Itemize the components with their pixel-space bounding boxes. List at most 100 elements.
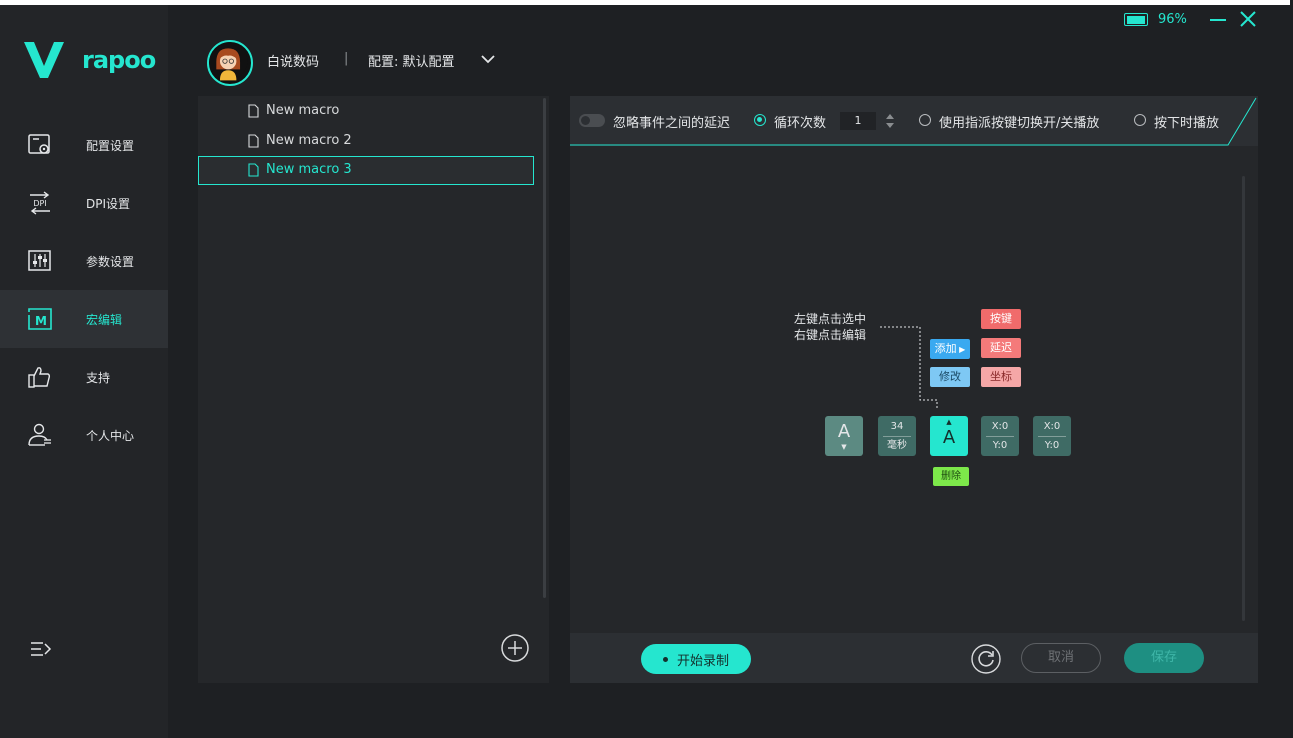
menu-collapse-icon[interactable] xyxy=(28,637,54,663)
brand-name: rapoo xyxy=(82,46,156,74)
app-window: rapoo 配置设置 DPI DPI设置 参数设置 M 宏编辑 支持 个人中心 … xyxy=(0,0,1293,738)
macro-list-item[interactable]: New macro xyxy=(198,97,534,126)
key-up-tile[interactable]: ▲ A xyxy=(930,416,968,456)
sidebar-item-parameters[interactable]: 参数设置 xyxy=(0,232,168,290)
add-delay-label: 延迟 xyxy=(990,341,1012,354)
sidebar-item-label: 宏编辑 xyxy=(86,312,123,327)
add-coordinate-button[interactable]: 坐标 xyxy=(981,367,1021,387)
reset-icon[interactable] xyxy=(970,643,1002,675)
down-arrow-icon: ▼ xyxy=(841,443,847,451)
loop-radio[interactable] xyxy=(754,114,766,126)
macro-editor-panel: 忽略事件之间的延迟 循环次数 1 使用指派按键切换开/关播放 按下时播放 左键点… xyxy=(570,96,1258,683)
v-logo-icon xyxy=(24,42,64,78)
toggle-assign-label: 使用指派按键切换开/关播放 xyxy=(939,116,1100,131)
help-hint: 左键点击选中 右键点击编辑 xyxy=(794,311,866,343)
close-icon[interactable] xyxy=(1238,9,1258,29)
delete-action-button[interactable]: 删除 xyxy=(933,467,969,486)
start-recording-label: 开始录制 xyxy=(676,653,729,669)
hold-play-radio[interactable] xyxy=(1134,114,1146,126)
tile-divider xyxy=(1038,436,1066,437)
add-coordinate-label: 坐标 xyxy=(990,370,1012,383)
coordinate-x: X:0 xyxy=(991,421,1009,432)
add-key-button[interactable]: 按键 xyxy=(981,309,1021,329)
top-bar: 白说数码 | 配置: 默认配置 96% xyxy=(168,5,1290,93)
coordinate-tile[interactable]: X:0 Y:0 xyxy=(1033,416,1071,456)
hold-play-label: 按下时播放 xyxy=(1154,116,1220,131)
macro-name: New macro 3 xyxy=(266,162,352,177)
file-icon xyxy=(248,134,259,148)
minimize-icon[interactable] xyxy=(1208,9,1228,29)
coordinate-y: Y:0 xyxy=(992,440,1008,451)
avatar-icon xyxy=(209,42,248,81)
editor-action-bar: 开始录制 取消 保存 xyxy=(570,633,1258,683)
loop-count-stepper[interactable] xyxy=(885,111,895,131)
profile-selector-label[interactable]: 配置: 默认配置 xyxy=(368,51,455,70)
loop-count-input[interactable]: 1 xyxy=(840,112,876,130)
header-separator: | xyxy=(344,51,349,66)
toggle-assign-radio[interactable] xyxy=(919,114,931,126)
add-action-label: 添加 xyxy=(934,342,957,355)
coordinate-x: X:0 xyxy=(1043,421,1061,432)
sidebar-item-label: 个人中心 xyxy=(86,428,135,443)
sidebar-item-label: 配置设置 xyxy=(86,138,135,153)
up-arrow-icon: ▲ xyxy=(946,418,952,426)
tile-divider xyxy=(883,436,911,437)
modify-action-label: 修改 xyxy=(939,370,961,383)
editor-scrollbar[interactable] xyxy=(1242,176,1245,621)
add-action-button[interactable]: 添加 ▶ xyxy=(930,339,970,359)
start-recording-button[interactable]: 开始录制 xyxy=(641,644,751,674)
modify-action-button[interactable]: 修改 xyxy=(930,367,970,387)
delete-action-label: 删除 xyxy=(941,471,961,482)
hint-line-right-click: 右键点击编辑 xyxy=(794,328,867,342)
coordinate-y: Y:0 xyxy=(1044,440,1060,451)
user-icon xyxy=(28,423,51,446)
user-name: 白说数码 xyxy=(267,55,320,70)
battery-level-fill xyxy=(1126,15,1145,24)
brand-logo: rapoo xyxy=(22,40,156,80)
key-up-letter: A xyxy=(942,427,956,448)
battery-percentage: 96% xyxy=(1158,12,1187,27)
delay-tile[interactable]: 34 毫秒 xyxy=(878,416,916,456)
battery-icon xyxy=(1124,13,1148,26)
ignore-delay-label: 忽略事件之间的延迟 xyxy=(613,116,731,131)
sidebar-item-label: 参数设置 xyxy=(86,254,135,269)
sidebar-item-dpi[interactable]: DPI DPI设置 xyxy=(0,174,168,232)
coordinate-tile[interactable]: X:0 Y:0 xyxy=(981,416,1019,456)
save-button[interactable]: 保存 xyxy=(1124,643,1204,673)
loop-label: 循环次数 xyxy=(774,116,827,131)
profile-settings-icon xyxy=(28,134,50,154)
record-dot-icon xyxy=(662,656,668,662)
hint-line-left-click: 左键点击选中 xyxy=(794,312,867,326)
ignore-delay-toggle[interactable] xyxy=(579,114,605,127)
sidebar-item-profile-settings[interactable]: 配置设置 xyxy=(0,116,168,174)
svg-text:DPI: DPI xyxy=(33,199,46,208)
delay-value: 34 xyxy=(890,421,904,432)
svg-text:M: M xyxy=(35,314,47,328)
cancel-button[interactable]: 取消 xyxy=(1021,643,1101,673)
sidebar-nav: 配置设置 DPI DPI设置 参数设置 M 宏编辑 支持 个人中心 xyxy=(0,116,168,464)
add-key-label: 按键 xyxy=(990,312,1012,325)
avatar[interactable] xyxy=(207,40,253,86)
add-delay-button[interactable]: 延迟 xyxy=(981,338,1021,358)
add-macro-icon[interactable] xyxy=(500,633,530,663)
macro-list-panel: New macro New macro 2 New macro 3 xyxy=(198,96,549,683)
macro-name: New macro 2 xyxy=(266,133,352,148)
sidebar-item-macro-editor[interactable]: M 宏编辑 xyxy=(0,290,168,348)
key-down-letter: A xyxy=(837,421,851,442)
sidebar-item-label: 支持 xyxy=(86,370,111,385)
sidebar-item-support[interactable]: 支持 xyxy=(0,348,168,406)
chevron-down-icon[interactable] xyxy=(480,51,496,67)
file-icon xyxy=(248,104,259,118)
sidebar-item-user-center[interactable]: 个人中心 xyxy=(0,406,168,464)
play-arrow-icon: ▶ xyxy=(956,345,966,354)
delay-unit: 毫秒 xyxy=(887,440,907,451)
screen: rapoo 配置设置 DPI DPI设置 参数设置 M 宏编辑 支持 个人中心 … xyxy=(0,0,1290,738)
thumbs-up-icon xyxy=(28,367,51,388)
macro-list-item[interactable]: New macro 2 xyxy=(198,127,534,156)
file-icon xyxy=(248,163,259,177)
sidebar: rapoo 配置设置 DPI DPI设置 参数设置 M 宏编辑 支持 个人中心 xyxy=(0,5,168,738)
macro-list-scrollbar[interactable] xyxy=(543,98,546,598)
key-down-tile[interactable]: A ▼ xyxy=(825,416,863,456)
macro-list-item-selected[interactable]: New macro 3 xyxy=(198,156,534,185)
sidebar-item-label: DPI设置 xyxy=(86,196,131,211)
